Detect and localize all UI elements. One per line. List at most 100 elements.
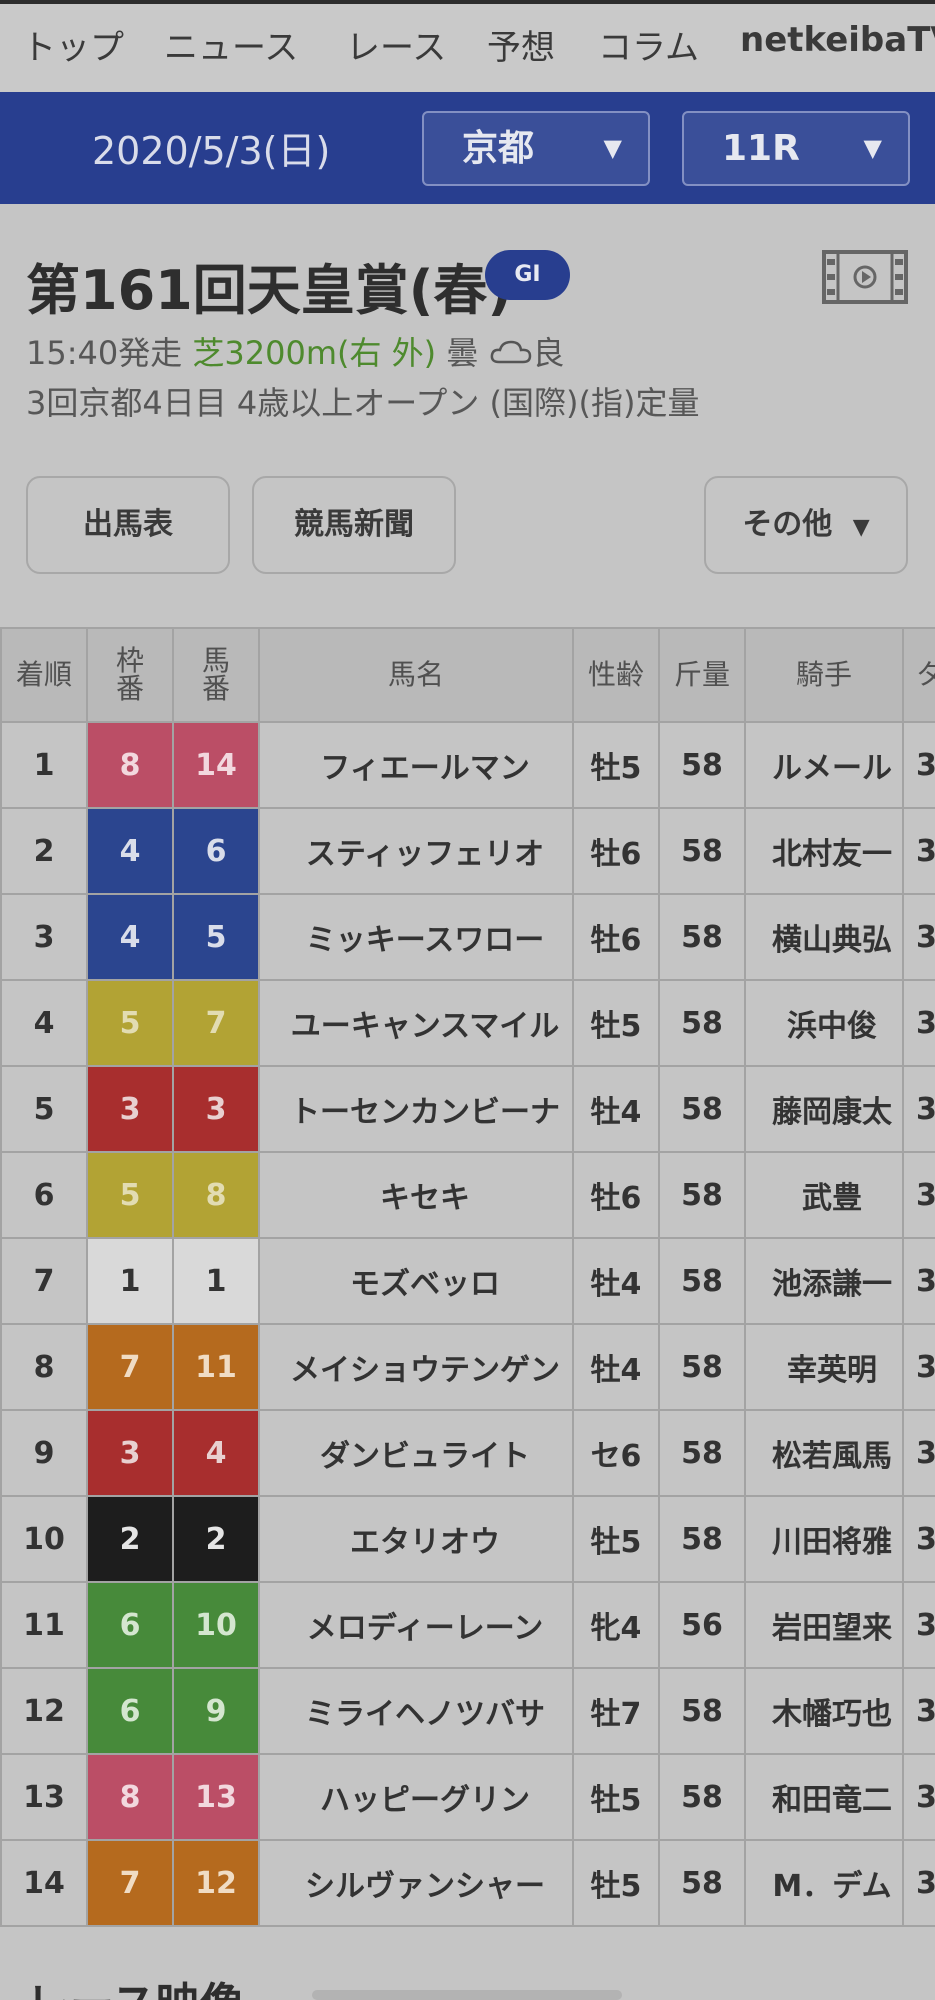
jockey-link[interactable]: 和田竜二 <box>744 1753 904 1841</box>
newspaper-button[interactable]: 競馬新聞 <box>252 476 456 574</box>
frame-cell: 8 <box>86 1753 174 1841</box>
rank-cell: 8 <box>0 1323 88 1411</box>
weight-cell: 58 <box>658 1667 746 1755</box>
horse-number-cell: 9 <box>172 1667 260 1755</box>
rank-cell: 14 <box>0 1839 88 1927</box>
horse-name-link[interactable]: ユーキャンスマイル <box>258 979 574 1067</box>
sex-age-cell: 牡7 <box>572 1667 660 1755</box>
frame-cell: 5 <box>86 979 174 1067</box>
horse-number-cell: 1 <box>172 1237 260 1325</box>
sex-age-cell: 牡4 <box>572 1323 660 1411</box>
race-video-heading: レース映像 <box>26 1968 244 2000</box>
jockey-link[interactable]: 幸英明 <box>744 1323 904 1411</box>
horse-name-link[interactable]: シルヴァンシャー <box>258 1839 574 1927</box>
horse-name-link[interactable]: ダンビュライト <box>258 1409 574 1497</box>
nav-netkeibatv[interactable]: netkeibaTV <box>740 20 935 60</box>
col-sexage: 性齢 <box>572 627 660 723</box>
chevron-down-icon: ▼ <box>863 134 882 162</box>
table-row: 3 4 5 ミッキースワロー 牡6 58 横山典弘 3 <box>0 893 935 981</box>
col-rank[interactable]: 着順 <box>0 627 88 723</box>
horse-name-link[interactable]: エタリオウ <box>258 1495 574 1583</box>
sex-age-cell: 牡5 <box>572 1753 660 1841</box>
time-cell: 3 <box>902 1151 935 1239</box>
horse-name-link[interactable]: メイショウテンゲン <box>258 1323 574 1411</box>
other-menu-button[interactable]: その他 ▼ <box>704 476 908 574</box>
col-number[interactable]: 馬 番 <box>172 627 260 723</box>
course-info: 芝3200m(右 外) <box>192 334 437 372</box>
horse-name-link[interactable]: スティッフェリオ <box>258 807 574 895</box>
video-icon[interactable] <box>822 250 908 304</box>
jockey-link[interactable]: 藤岡康太 <box>744 1065 904 1153</box>
nav-prediction[interactable]: 予想 <box>487 20 555 69</box>
jockey-link[interactable]: 北村友一 <box>744 807 904 895</box>
rank-cell: 6 <box>0 1151 88 1239</box>
results-table: 着順 枠 番 馬 番 馬名 性齢 斤量 騎手 タ 1814フィエールマン牡558… <box>0 627 935 1927</box>
nav-news[interactable]: ニュース <box>164 20 298 69</box>
chevron-down-icon: ▼ <box>603 134 622 162</box>
frame-cell: 3 <box>86 1409 174 1497</box>
horse-name-link[interactable]: トーセンカンビーナ <box>258 1065 574 1153</box>
weight-cell: 58 <box>658 1495 746 1583</box>
horse-number-cell: 13 <box>172 1753 260 1841</box>
table-row: 2 4 6 スティッフェリオ 牡6 58 北村友一 3 <box>0 807 935 895</box>
race-selector-bar: 2020/5/3(日) 京都 ▼ 11R ▼ <box>0 92 935 204</box>
frame-cell: 2 <box>86 1495 174 1583</box>
table-row: 10 2 2 エタリオウ 牡5 58 川田将雅 3 <box>0 1495 935 1583</box>
col-weight: 斤量 <box>658 627 746 723</box>
nav-column[interactable]: コラム <box>598 20 699 69</box>
horse-name-link[interactable]: ミライヘノツバサ <box>258 1667 574 1755</box>
race-card-button[interactable]: 出馬表 <box>26 476 230 574</box>
jockey-link[interactable]: M．デム <box>744 1839 904 1927</box>
jockey-link[interactable]: 横山典弘 <box>744 893 904 981</box>
horse-number-cell: 5 <box>172 893 260 981</box>
jockey-link[interactable]: ルメール <box>744 721 904 809</box>
rank-cell: 1 <box>0 721 88 809</box>
nav-top[interactable]: トップ <box>22 20 124 69</box>
horse-number-cell: 10 <box>172 1581 260 1669</box>
time-cell: 3 <box>902 1409 935 1497</box>
horse-name-link[interactable]: メロディーレーン <box>258 1581 574 1669</box>
rank-cell: 10 <box>0 1495 88 1583</box>
table-row: 7 1 1 モズベッロ 牡4 58 池添謙一 3 <box>0 1237 935 1325</box>
weight-cell: 58 <box>658 1409 746 1497</box>
col-horse: 馬名 <box>258 627 574 723</box>
weight-cell: 58 <box>658 1753 746 1841</box>
horse-name-link[interactable]: モズベッロ <box>258 1237 574 1325</box>
sex-age-cell: 牡6 <box>572 807 660 895</box>
jockey-link[interactable]: 浜中俊 <box>744 979 904 1067</box>
frame-cell: 3 <box>86 1065 174 1153</box>
race-conditions: 3回京都4日目 4歳以上オープン (国際)(指)定量 <box>26 384 700 422</box>
weight-cell: 58 <box>658 979 746 1067</box>
jockey-link[interactable]: 木幡巧也 <box>744 1667 904 1755</box>
horse-name-link[interactable]: キセキ <box>258 1151 574 1239</box>
jockey-link[interactable]: 岩田望来 <box>744 1581 904 1669</box>
race-number-select[interactable]: 11R ▼ <box>682 111 910 186</box>
venue-select[interactable]: 京都 ▼ <box>422 111 650 186</box>
venue-select-value: 京都 <box>462 128 535 169</box>
frame-cell: 8 <box>86 721 174 809</box>
jockey-link[interactable]: 武豊 <box>744 1151 904 1239</box>
frame-cell: 7 <box>86 1323 174 1411</box>
horse-number-cell: 14 <box>172 721 260 809</box>
nav-race[interactable]: レース <box>346 20 446 69</box>
race-info-line: 15:40発走 芝3200m(右 外) 曇 良 <box>26 328 565 374</box>
horse-name-link[interactable]: フィエールマン <box>258 721 574 809</box>
sex-age-cell: 牡6 <box>572 893 660 981</box>
weight-cell: 58 <box>658 1151 746 1239</box>
rank-cell: 2 <box>0 807 88 895</box>
weight-cell: 58 <box>658 807 746 895</box>
frame-cell: 1 <box>86 1237 174 1325</box>
jockey-link[interactable]: 池添謙一 <box>744 1237 904 1325</box>
table-row: 9 3 4 ダンビュライト セ6 58 松若風馬 3 <box>0 1409 935 1497</box>
rank-cell: 4 <box>0 979 88 1067</box>
jockey-link[interactable]: 松若風馬 <box>744 1409 904 1497</box>
sex-age-cell: 牡4 <box>572 1065 660 1153</box>
horse-name-link[interactable]: ハッピーグリン <box>258 1753 574 1841</box>
jockey-link[interactable]: 川田将雅 <box>744 1495 904 1583</box>
weight-cell: 58 <box>658 1323 746 1411</box>
race-title: 第161回天皇賞(春) <box>26 259 513 322</box>
horse-name-link[interactable]: ミッキースワロー <box>258 893 574 981</box>
sex-age-cell: 牡5 <box>572 1495 660 1583</box>
rank-cell: 12 <box>0 1667 88 1755</box>
horse-number-cell: 3 <box>172 1065 260 1153</box>
